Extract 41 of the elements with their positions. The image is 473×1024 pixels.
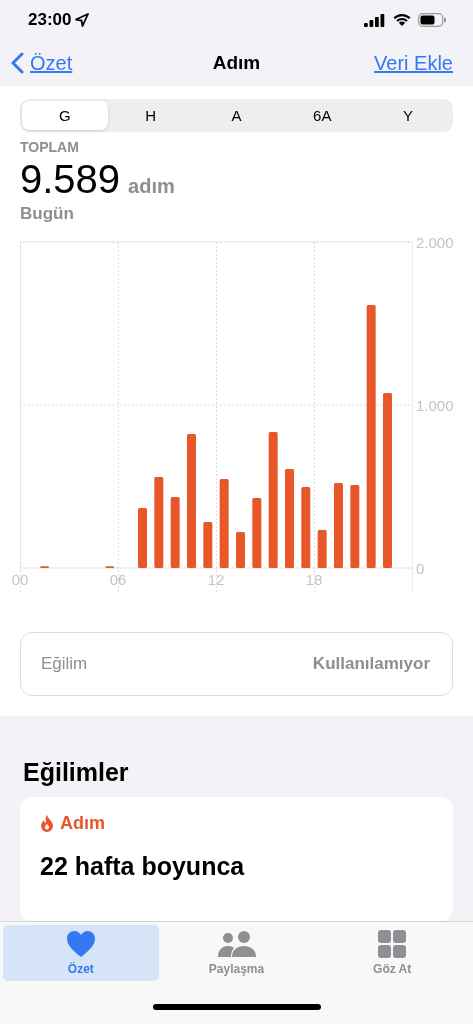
- axis-label: 00: [11, 571, 29, 588]
- grid-icon: [378, 930, 407, 958]
- segment-tab[interactable]: G: [22, 101, 108, 130]
- axis-label: 0: [416, 560, 425, 577]
- segment-tab[interactable]: 6A: [279, 101, 366, 130]
- battery-icon: [418, 13, 447, 28]
- page-title: Adım: [212, 52, 261, 75]
- axis-label: 1.000: [416, 397, 454, 414]
- segment-tab[interactable]: A: [193, 101, 280, 130]
- segment-tab[interactable]: Y: [365, 101, 451, 130]
- heart-icon: [65, 930, 96, 958]
- people-icon: [216, 930, 257, 958]
- bar: [203, 522, 213, 568]
- bar: [252, 498, 262, 568]
- bar: [170, 496, 180, 568]
- bar: [138, 508, 147, 568]
- segment-tab[interactable]: H: [107, 101, 194, 130]
- bar: [317, 530, 327, 568]
- trend-value: Kullanılamıyor: [312, 654, 430, 674]
- step-total: 9.589: [20, 157, 121, 202]
- axis-label: 2.000: [416, 234, 454, 251]
- status-time: 23:00: [28, 10, 72, 31]
- flame-icon: [40, 815, 54, 832]
- date-label: Bugün: [20, 204, 75, 224]
- unit-label: adım: [128, 175, 175, 198]
- total-caption: TOPLAM: [20, 139, 80, 155]
- signal-icon: [364, 13, 386, 27]
- add-data-link[interactable]: Veri Ekle: [374, 51, 453, 75]
- axis-label: 06: [109, 571, 127, 588]
- wifi-icon: [392, 13, 412, 28]
- back-link[interactable]: Özet: [10, 51, 73, 75]
- axis-label: 12: [207, 571, 225, 588]
- location-icon: [75, 13, 90, 28]
- bar: [236, 532, 245, 568]
- chevron-left-icon: [10, 52, 24, 75]
- card-text: 22 hafta boyunca: [40, 852, 246, 881]
- section-heading: Eğilimler: [23, 758, 130, 787]
- trend-card[interactable]: Adım 22 hafta boyunca: [20, 797, 453, 921]
- trend-label: Eğilim: [41, 654, 88, 674]
- card-category: Adım: [60, 813, 105, 834]
- axis-label: 18: [305, 571, 323, 588]
